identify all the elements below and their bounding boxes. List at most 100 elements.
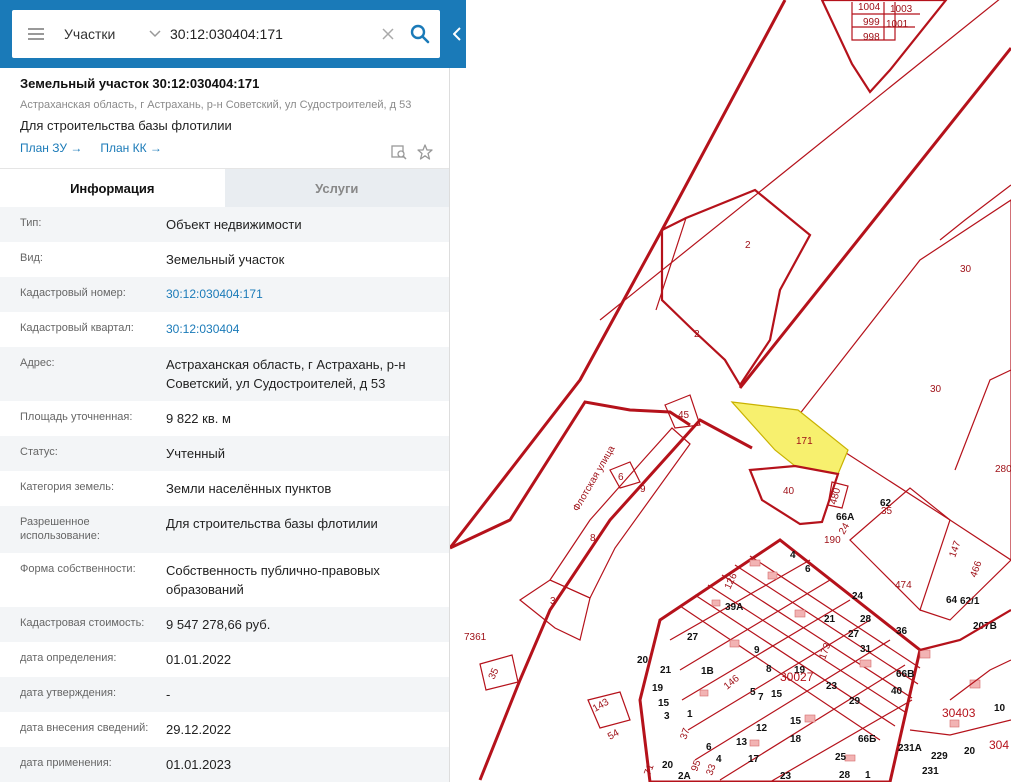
parcel-label: 10 xyxy=(994,703,1006,714)
cadastral-map[interactable]: 1004 1003 999 1001 998 2 2 30 30 280 171… xyxy=(450,0,1011,782)
building xyxy=(949,719,960,728)
map-canvas[interactable]: 1004 1003 999 1001 998 2 2 30 30 280 171… xyxy=(450,0,1011,782)
parcel-label: 229 xyxy=(931,751,948,762)
close-icon[interactable] xyxy=(376,10,400,58)
street-edge xyxy=(450,400,691,550)
parcel-label: 23 xyxy=(826,681,838,692)
attribute-row: дата определения: 01.01.2022 xyxy=(0,642,449,677)
attribute-row: Вид: Земельный участок xyxy=(0,242,449,277)
parcel-label: 39А xyxy=(725,602,743,613)
attribute-row: Статус: Учтенный xyxy=(0,436,449,471)
parcel-label: 20 xyxy=(662,760,674,771)
parcel-label: 27 xyxy=(848,629,860,640)
parcel-label: 66Б xyxy=(858,734,876,745)
parcel-label: 40 xyxy=(891,686,903,697)
attribute-key: Кадастровый номер: xyxy=(20,287,126,299)
parcel-label: 62/1 xyxy=(960,596,980,607)
parcel-label: 1004 xyxy=(858,2,881,13)
building xyxy=(711,599,721,607)
selected-parcel[interactable] xyxy=(730,401,849,475)
quarter-label: 30403 xyxy=(942,706,976,720)
attribute-key: Кадастровая стоимость: xyxy=(20,617,145,629)
parcel-label: 8 xyxy=(766,664,772,675)
attribute-key: дата определения: xyxy=(20,652,117,664)
parcel-label: 146 xyxy=(722,673,742,692)
parcel-474 xyxy=(849,487,951,612)
cadastral-quarter-link[interactable]: 30:12:030404 xyxy=(166,312,429,347)
parcel-label: 1001 xyxy=(886,19,909,30)
attribute-key: дата утверждения: xyxy=(20,687,117,699)
parcel-label: 15 xyxy=(658,698,670,709)
plan-zu-link[interactable]: План ЗУ → xyxy=(20,141,82,155)
attribute-key: Тип: xyxy=(20,217,42,229)
plan-kk-link[interactable]: План КК → xyxy=(100,141,162,155)
parcel-label: 466 xyxy=(968,559,984,579)
search-input[interactable] xyxy=(170,10,376,58)
attribute-value: 01.01.2023 xyxy=(166,757,232,772)
attribute-row: дата утверждения: - xyxy=(0,677,449,712)
parcel-label: 280 xyxy=(995,464,1011,475)
search-icon[interactable] xyxy=(400,10,440,58)
object-title: Земельный участок 30:12:030404:171 xyxy=(20,76,260,91)
collapse-panel-button[interactable] xyxy=(448,14,466,54)
parcel-label: 9 xyxy=(640,484,646,495)
parcel-label: 27 xyxy=(687,632,699,643)
attribute-row: дата внесения сведений: 29.12.2022 xyxy=(0,712,449,747)
boundary-line xyxy=(450,0,787,549)
parcel-label: 7 xyxy=(758,692,764,703)
parcel-label: 28 xyxy=(860,614,872,625)
attribute-key: дата применения: xyxy=(20,757,112,769)
attribute-value: Объект недвижимости xyxy=(166,217,302,232)
attribute-key: Вид: xyxy=(20,252,43,264)
building xyxy=(794,609,806,618)
plan-links: План ЗУ → План КК → xyxy=(20,141,429,155)
cadastral-number-link[interactable]: 30:12:030404:171 xyxy=(166,277,429,312)
parcel-label: 4 xyxy=(790,550,796,561)
layer-select[interactable]: Участки xyxy=(60,10,170,58)
attribute-value: 01.01.2022 xyxy=(166,652,232,667)
attribute-value: Астраханская область, г Астрахань, р-н С… xyxy=(166,357,406,391)
parcel-label: 28 xyxy=(839,770,851,781)
attribute-row: Кадастровый квартал: 30:12:030404 xyxy=(0,312,449,347)
parcel-line xyxy=(919,609,1011,652)
tab-info[interactable]: Информация xyxy=(0,169,225,207)
attribute-row: дата применения: 01.01.2023 xyxy=(0,747,449,782)
parcel-line xyxy=(949,659,1011,701)
parcel-line xyxy=(954,369,1011,471)
attribute-row: Форма собственности: Собственность публич… xyxy=(0,553,449,607)
parcel-label: 12 xyxy=(756,723,768,734)
parcel-label: 1В xyxy=(701,666,714,677)
parcel-label: 36 xyxy=(896,626,908,637)
attribute-row: Адрес: Астраханская область, г Астрахань,… xyxy=(0,347,449,401)
parcel-label: 54 xyxy=(606,727,622,742)
attribute-value: Земли населённых пунктов xyxy=(166,481,332,496)
attribute-row: Тип: Объект недвижимости xyxy=(0,207,449,242)
menu-icon[interactable] xyxy=(12,10,60,58)
parcel-label: 25 xyxy=(835,752,847,763)
attribute-key: Адрес: xyxy=(20,357,55,369)
attribute-key: дата внесения сведений: xyxy=(20,722,149,734)
building xyxy=(749,559,761,567)
parcel-label: 21 xyxy=(824,614,836,625)
tabs: Информация Услуги xyxy=(0,169,449,207)
search-box: Участки xyxy=(12,10,440,58)
parcel-2 xyxy=(660,188,812,388)
zoom-to-object-icon[interactable] xyxy=(391,144,407,160)
attribute-row: Категория земель: Земли населённых пункто… xyxy=(0,471,449,506)
chevron-down-icon xyxy=(146,25,164,43)
tab-services[interactable]: Услуги xyxy=(224,169,449,207)
attribute-value: - xyxy=(166,687,171,702)
parcel-label: 23 xyxy=(780,771,792,782)
parcel-label: 231А xyxy=(898,743,922,754)
star-icon[interactable] xyxy=(417,144,433,160)
building xyxy=(767,571,778,580)
building xyxy=(729,639,740,648)
parcel-label: 1 xyxy=(865,770,871,781)
building xyxy=(699,689,709,697)
parcel-label: 5 xyxy=(750,687,756,698)
parcel-label: 2А xyxy=(678,771,691,782)
parcel-label: 15 xyxy=(790,716,802,727)
parcel-label: 474 xyxy=(895,580,912,591)
parcel-label: 126 xyxy=(723,571,740,591)
parcel-label: 15 xyxy=(771,689,783,700)
